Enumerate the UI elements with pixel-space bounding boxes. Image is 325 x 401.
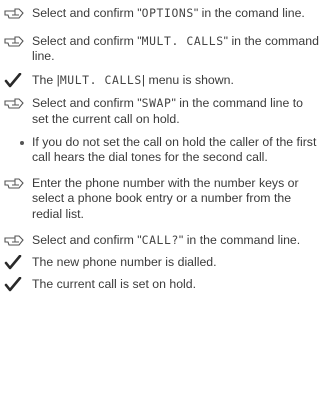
instruction-step: Enter the phone number with the number k… xyxy=(0,176,325,223)
command-keyword: CALL? xyxy=(141,232,179,247)
step-text: Select and confirm " xyxy=(32,6,142,20)
step-text: " in the comand line. xyxy=(193,6,305,20)
bullet-icon xyxy=(20,140,24,145)
hand-pointing-icon xyxy=(4,6,26,21)
instruction-step: Select and confirm "OPTIONS" in the coma… xyxy=(0,6,325,22)
checkmark-icon xyxy=(4,276,26,292)
step-text: The | xyxy=(32,72,60,87)
checkmark-icon xyxy=(4,72,26,88)
step-text: | menu is shown. xyxy=(141,72,234,87)
hand-pointing-icon xyxy=(4,176,26,191)
instruction-step: Select and confirm "CALL?" in the comman… xyxy=(0,233,325,249)
hand-pointing-icon xyxy=(4,34,26,49)
step-text: Enter the phone number with the number k… xyxy=(32,175,299,221)
command-keyword: SWAP xyxy=(141,96,172,111)
hand-pointing-icon xyxy=(4,96,26,111)
command-keyword: OPTIONS xyxy=(141,6,194,20)
note-item: If you do not set the call on hold the c… xyxy=(0,135,325,166)
step-text: The new phone number is dialled. xyxy=(32,255,217,270)
step-text: The current call is set on hold. xyxy=(32,276,197,291)
step-text: Select and confirm " xyxy=(32,33,142,48)
instruction-step: Select and confirm "SWAP" in the command… xyxy=(0,96,325,127)
checkmark-icon xyxy=(4,255,26,270)
step-text: Select and confirm " xyxy=(32,232,142,247)
note-text: If you do not set the call on hold the c… xyxy=(32,134,317,165)
result-step: The new phone number is dialled. xyxy=(0,255,325,271)
hand-pointing-icon xyxy=(4,233,26,248)
result-step: The current call is set on hold. xyxy=(0,276,325,293)
result-step: The |MULT. CALLS| menu is shown. xyxy=(0,72,325,89)
step-text: " in the command line. xyxy=(178,232,301,247)
step-text: Select and confirm " xyxy=(32,96,142,111)
instruction-step: Select and confirm "MULT. CALLS" in the … xyxy=(0,34,325,65)
command-keyword: MULT. CALLS xyxy=(141,33,224,48)
menu-keyword: MULT. CALLS xyxy=(59,72,142,87)
instruction-page: Select and confirm "OPTIONS" in the coma… xyxy=(0,6,325,292)
